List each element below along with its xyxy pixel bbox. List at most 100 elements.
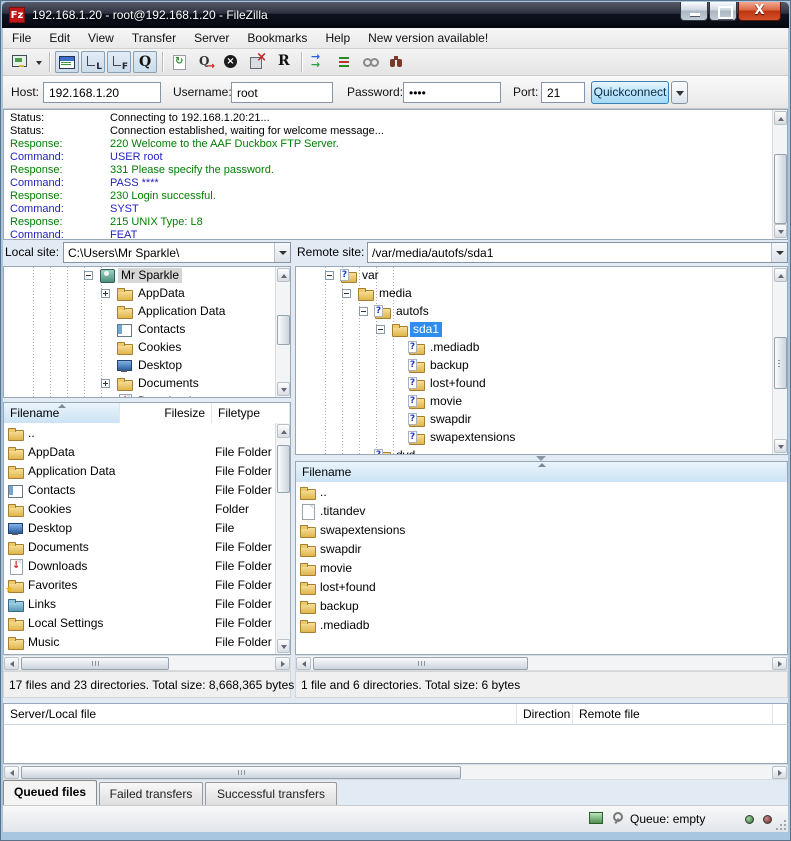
- port-input[interactable]: 21: [541, 82, 585, 103]
- reconnect-button[interactable]: [272, 51, 296, 73]
- title-bar[interactable]: Fz 192.168.1.20 - root@192.168.1.20 - Fi…: [2, 2, 789, 28]
- file-row-appdata[interactable]: AppDataFile Folder: [4, 443, 290, 462]
- file-row-music[interactable]: MusicFile Folder: [4, 633, 290, 652]
- file-row-swapdir[interactable]: swapdir: [296, 540, 787, 559]
- tab-successful-transfers[interactable]: Successful transfers: [205, 782, 337, 805]
- tree-item-application-data[interactable]: Application Data: [4, 303, 290, 321]
- column-header-filename[interactable]: Filename: [4, 403, 120, 423]
- password-input[interactable]: ••••: [403, 82, 501, 103]
- log-scrollbar[interactable]: [772, 110, 787, 239]
- expand-icon[interactable]: [101, 379, 110, 388]
- minimize-button[interactable]: [680, 2, 708, 21]
- site-manager-button[interactable]: [8, 51, 32, 73]
- tree-item-appdata[interactable]: AppData: [4, 285, 290, 303]
- tree-item-swapextensions[interactable]: ?swapextensions: [296, 429, 787, 447]
- file-row-mediadb[interactable]: .mediadb: [296, 616, 787, 635]
- scroll-right-icon[interactable]: [772, 657, 787, 670]
- menu-item-new-version-available[interactable]: New version available!: [359, 28, 497, 48]
- file-row-application-data[interactable]: Application DataFile Folder: [4, 462, 290, 481]
- tree-item-dvd[interactable]: ?dvd: [296, 447, 787, 455]
- tree-item-mediadb[interactable]: ?.mediadb: [296, 339, 787, 357]
- remote-list-hscrollbar[interactable]: [295, 655, 788, 671]
- tree-item-desktop[interactable]: Desktop: [4, 357, 290, 375]
- refresh-button[interactable]: [168, 51, 192, 73]
- remote-site-combo[interactable]: /var/media/autofs/sda1: [367, 242, 788, 263]
- tab-failed-transfers[interactable]: Failed transfers: [99, 782, 203, 805]
- column-header-server-local-file[interactable]: Server/Local file: [4, 704, 517, 724]
- scroll-left-icon[interactable]: [296, 657, 311, 670]
- file-row-local-settings[interactable]: Local SettingsFile Folder: [4, 614, 290, 633]
- filter-button[interactable]: [359, 51, 383, 73]
- local-site-combo[interactable]: C:\Users\Mr Sparkle\: [63, 242, 291, 263]
- menu-item-help[interactable]: Help: [316, 28, 359, 48]
- column-header-remote-file[interactable]: Remote file: [573, 704, 773, 724]
- tree-item-lost-found[interactable]: ?lost+found: [296, 375, 787, 393]
- scroll-down-icon[interactable]: [774, 224, 787, 238]
- scroll-thumb[interactable]: [21, 657, 169, 670]
- tree-item-cookies[interactable]: Cookies: [4, 339, 290, 357]
- find-button[interactable]: [385, 51, 409, 73]
- scroll-up-icon[interactable]: [774, 111, 787, 125]
- toggle-log-button[interactable]: [55, 51, 79, 73]
- sync-browsing-button[interactable]: [333, 51, 357, 73]
- menu-item-server[interactable]: Server: [185, 28, 238, 48]
- process-queue-button[interactable]: [194, 51, 218, 73]
- close-button[interactable]: [738, 2, 781, 21]
- tree-item-sda1[interactable]: sda1: [296, 321, 787, 339]
- compare-button[interactable]: [307, 51, 331, 73]
- username-input[interactable]: root: [231, 82, 333, 103]
- collapse-icon[interactable]: [342, 289, 351, 298]
- file-row-downloads[interactable]: ↓DownloadsFile Folder: [4, 557, 290, 576]
- scroll-left-icon[interactable]: [4, 657, 19, 670]
- tree-item-autofs[interactable]: ?autofs: [296, 303, 787, 321]
- file-row-contacts[interactable]: ContactsFile Folder: [4, 481, 290, 500]
- host-input[interactable]: 192.168.1.20: [43, 82, 161, 103]
- file-row-links[interactable]: LinksFile Folder: [4, 595, 290, 614]
- expand-icon[interactable]: [101, 397, 110, 398]
- collapse-icon[interactable]: [359, 307, 368, 316]
- file-row-[interactable]: ..: [296, 483, 787, 502]
- quickconnect-button[interactable]: Quickconnect: [591, 81, 669, 104]
- menu-item-edit[interactable]: Edit: [40, 28, 79, 48]
- toggle-local-tree-button[interactable]: [81, 51, 105, 73]
- menu-item-bookmarks[interactable]: Bookmarks: [238, 28, 316, 48]
- tree-item-backup[interactable]: ?backup: [296, 357, 787, 375]
- tree-item-contacts[interactable]: Contacts: [4, 321, 290, 339]
- tree-item-documents[interactable]: Documents: [4, 375, 290, 393]
- quickconnect-dropdown-button[interactable]: [671, 81, 688, 104]
- tab-queued-files[interactable]: Queued files: [3, 780, 97, 805]
- column-header-filename[interactable]: Filename: [296, 462, 787, 482]
- tree-item-var[interactable]: ?var: [296, 267, 787, 285]
- local-list-hscrollbar[interactable]: [3, 655, 291, 671]
- menu-item-file[interactable]: File: [3, 28, 40, 48]
- column-header-direction[interactable]: Direction: [517, 704, 573, 724]
- expand-icon[interactable]: [101, 289, 110, 298]
- file-row-swapextensions[interactable]: swapextensions: [296, 521, 787, 540]
- toggle-queue-button[interactable]: [133, 51, 157, 73]
- collapse-icon[interactable]: [376, 325, 385, 334]
- cancel-button[interactable]: [220, 51, 244, 73]
- file-row-favorites[interactable]: ★FavoritesFile Folder: [4, 576, 290, 595]
- file-row-lost-found[interactable]: lost+found: [296, 578, 787, 597]
- collapse-icon[interactable]: [325, 271, 334, 280]
- file-row-cookies[interactable]: CookiesFolder: [4, 500, 290, 519]
- scroll-right-icon[interactable]: [772, 766, 787, 779]
- menu-item-transfer[interactable]: Transfer: [123, 28, 185, 48]
- queue-hscrollbar[interactable]: [3, 764, 788, 780]
- tree-item-media[interactable]: media: [296, 285, 787, 303]
- file-row-backup[interactable]: backup: [296, 597, 787, 616]
- scroll-thumb[interactable]: [21, 766, 461, 779]
- collapse-icon[interactable]: [84, 271, 93, 280]
- file-row-movie[interactable]: movie: [296, 559, 787, 578]
- toggle-remote-tree-button[interactable]: [107, 51, 131, 73]
- file-row-titandev[interactable]: .titandev: [296, 502, 787, 521]
- tree-item-swapdir[interactable]: ?swapdir: [296, 411, 787, 429]
- site-manager-dropdown-icon[interactable]: [33, 51, 45, 73]
- menu-item-view[interactable]: View: [79, 28, 123, 48]
- column-header-filesize[interactable]: Filesize: [120, 403, 212, 423]
- scroll-thumb[interactable]: [313, 657, 528, 670]
- file-row-documents[interactable]: DocumentsFile Folder: [4, 538, 290, 557]
- column-header-filetype[interactable]: Filetype: [212, 403, 290, 423]
- tree-item-mr-sparkle[interactable]: Mr Sparkle: [4, 267, 290, 285]
- file-row-desktop[interactable]: DesktopFile: [4, 519, 290, 538]
